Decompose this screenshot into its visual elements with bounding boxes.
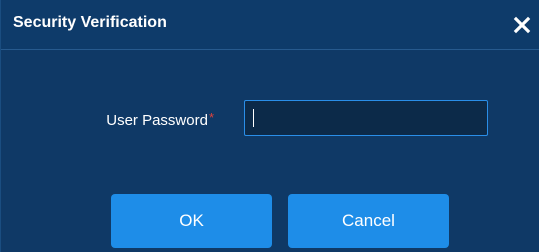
dialog-body: User Password* OK Cancel bbox=[1, 50, 539, 252]
close-button[interactable] bbox=[508, 9, 538, 39]
cancel-button[interactable]: Cancel bbox=[288, 194, 449, 248]
required-marker: * bbox=[208, 110, 214, 125]
password-input[interactable] bbox=[244, 100, 488, 136]
dialog-title-bar: Security Verification bbox=[1, 0, 539, 50]
password-label-text: User Password bbox=[106, 112, 208, 129]
password-label: User Password* bbox=[106, 110, 214, 129]
security-verification-dialog: Security Verification User Password* OK … bbox=[0, 0, 539, 252]
close-icon bbox=[513, 16, 531, 34]
dialog-title: Security Verification bbox=[13, 14, 167, 31]
text-caret bbox=[253, 109, 254, 127]
ok-button[interactable]: OK bbox=[111, 194, 272, 248]
